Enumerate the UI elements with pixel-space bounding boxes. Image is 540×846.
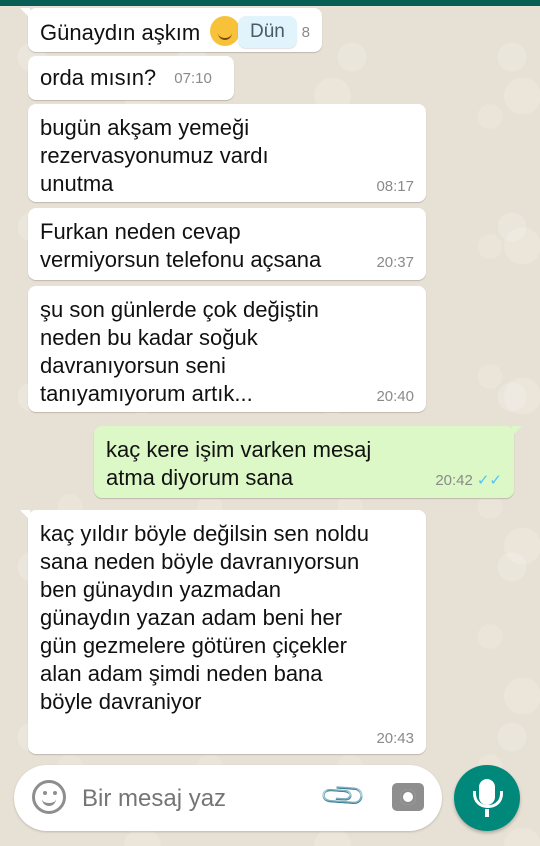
- message-time: 20:43: [376, 730, 414, 747]
- message-text: bugün akşam yemeği rezervasyonumuz vardı…: [40, 115, 269, 196]
- emoji-icon[interactable]: [32, 780, 66, 814]
- message-time: 20:40: [376, 388, 414, 405]
- date-chip: Dün: [238, 16, 297, 48]
- message-time: 20:42 ✓✓: [435, 472, 502, 490]
- camera-icon[interactable]: [392, 783, 424, 811]
- message-text: kaç yıldır böyle değilsin sen noldu sana…: [40, 521, 369, 714]
- message-composer[interactable]: 📎: [14, 765, 442, 831]
- voice-record-button[interactable]: [454, 765, 520, 831]
- message-time: 07:10: [174, 70, 212, 88]
- hugging-face-emoji-icon: [210, 16, 241, 46]
- message-bubble-incoming[interactable]: bugün akşam yemeği rezervasyonumuz vardı…: [28, 104, 426, 202]
- read-receipt-icon: ✓✓: [476, 472, 502, 489]
- message-bubble-incoming[interactable]: kaç yıldır böyle değilsin sen noldu sana…: [20, 510, 426, 754]
- message-bubble-outgoing[interactable]: kaç kere işim varken mesaj atma diyorum …: [94, 426, 522, 498]
- message-text: orda mısın?: [40, 65, 157, 90]
- bubble-tail: [20, 510, 30, 520]
- message-text: kaç kere işim varken mesaj atma diyorum …: [106, 437, 372, 490]
- message-text: şu son günlerde çok değiştin neden bu ka…: [40, 297, 319, 406]
- paperclip-icon[interactable]: 📎: [319, 772, 369, 822]
- message-time-value: 20:42: [435, 472, 473, 489]
- message-bubble-incoming[interactable]: Furkan neden cevap vermiyorsun telefonu …: [28, 208, 426, 280]
- message-input[interactable]: [80, 779, 314, 819]
- bubble-tail: [512, 426, 522, 436]
- message-text: Günaydın aşkım: [40, 20, 201, 45]
- message-bubble-incoming[interactable]: orda mısın? 07:10: [28, 56, 234, 100]
- message-time: 08:17: [376, 178, 414, 195]
- bubble-tail: [20, 8, 30, 18]
- message-bubble-incoming[interactable]: şu son günlerde çok değiştin neden bu ka…: [28, 286, 426, 412]
- message-time: 20:37: [376, 254, 414, 271]
- message-time: 8: [301, 24, 310, 41]
- microphone-icon: [473, 779, 503, 817]
- message-text: Furkan neden cevap vermiyorsun telefonu …: [40, 219, 322, 272]
